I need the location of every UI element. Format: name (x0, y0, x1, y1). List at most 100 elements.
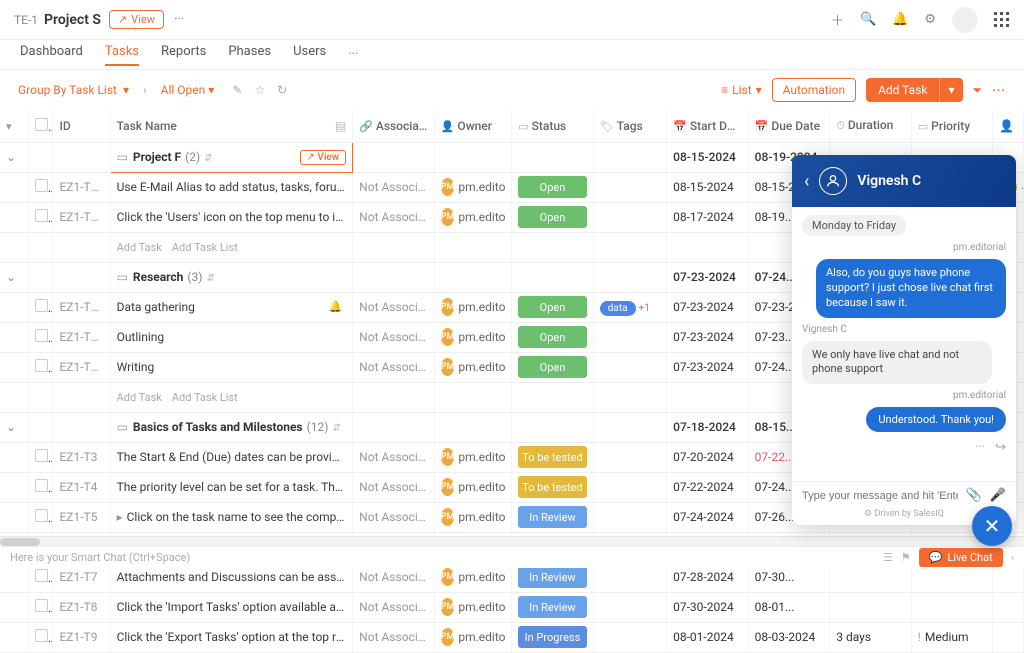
task-associate[interactable]: Not Associated (353, 622, 435, 652)
col-associate[interactable]: 🔗Associate... (353, 110, 435, 142)
task-tags[interactable] (593, 622, 666, 652)
task-priority[interactable] (911, 592, 993, 622)
task-name-cell[interactable]: The priority level can be set for a task… (110, 472, 353, 502)
pencil-icon[interactable]: ✎ (232, 83, 242, 97)
checkbox[interactable] (35, 299, 48, 312)
status-chip[interactable]: Open (518, 296, 587, 318)
task-name-cell[interactable]: Data gathering🔔 (110, 292, 353, 322)
task-tags[interactable] (593, 172, 666, 202)
horizontal-scrollbar[interactable] (0, 536, 1024, 546)
bell-icon[interactable]: 🔔 (892, 12, 908, 27)
chevron-down-icon[interactable]: ⌄ (0, 142, 29, 172)
task-tags[interactable]: data+1 (593, 292, 666, 322)
header-more-icon[interactable]: ··· (174, 12, 184, 27)
task-owner[interactable]: PMpm.editori... (434, 442, 511, 472)
checkbox[interactable] (35, 569, 48, 582)
task-name-cell[interactable]: Click the 'Users' icon on the top menu t… (110, 202, 353, 232)
checkbox[interactable] (35, 509, 48, 522)
checkbox[interactable] (35, 179, 48, 192)
add-task-link[interactable]: Add Task (117, 391, 162, 404)
task-name-cell[interactable]: ▸Click on the task name to see the compl… (110, 502, 353, 532)
col-task-name[interactable]: Task Name ▤ (110, 110, 353, 142)
col-duration[interactable]: ⏱Duration (830, 110, 912, 142)
status-chip[interactable]: In Review (518, 596, 587, 618)
status-chip[interactable]: Open (518, 326, 587, 348)
chevron-down-icon[interactable]: ⌄ (0, 412, 29, 442)
avatar[interactable] (952, 7, 978, 33)
view-badge[interactable]: ↗ View (109, 10, 164, 29)
task-tags[interactable] (593, 472, 666, 502)
status-chip[interactable]: In Review (518, 566, 587, 588)
chat-back-icon[interactable]: ‹ (804, 171, 809, 192)
add-task-link[interactable]: Add Task (117, 241, 162, 254)
view-mode-list[interactable]: ≡ List ▾ (721, 83, 762, 97)
col-tags[interactable]: 🏷Tags (593, 110, 666, 142)
task-name-cell[interactable]: The Start & End (Due) dates can be provi… (110, 442, 353, 472)
col-expand[interactable]: ▾ (0, 110, 29, 142)
task-name-cell[interactable]: Click the 'Export Tasks' option at the t… (110, 622, 353, 652)
checkbox[interactable] (35, 329, 48, 342)
checkbox[interactable] (35, 449, 48, 462)
col-trailing[interactable]: 👤 (993, 110, 1024, 142)
star-icon[interactable]: ☆ (254, 83, 265, 97)
toolbar-more-icon[interactable]: ··· (992, 83, 1006, 97)
chat-more-icon[interactable]: ··· (975, 440, 985, 455)
tab-phases[interactable]: Phases (228, 44, 271, 65)
add-icon[interactable]: ＋ (831, 10, 844, 29)
task-owner[interactable]: PMpm.editori... (434, 472, 511, 502)
chevron-down-icon[interactable]: ⌄ (0, 262, 29, 292)
add-tasklist-link[interactable]: Add Task List (172, 391, 238, 404)
apps-grid-icon[interactable] (994, 12, 1010, 28)
tab-dashboard[interactable]: Dashboard (20, 44, 83, 65)
chat-text-input[interactable] (802, 490, 958, 502)
checkbox[interactable] (35, 209, 48, 222)
milestone-name-cell[interactable]: ▭Project F(2)⇵↗ View (110, 142, 353, 172)
tab-more-icon[interactable]: ··· (348, 47, 358, 62)
task-associate[interactable]: Not Associated (353, 352, 435, 382)
status-chip[interactable]: Open (518, 356, 587, 378)
task-owner[interactable]: PMpm.editori... (434, 202, 511, 232)
tab-reports[interactable]: Reports (161, 44, 206, 65)
task-associate[interactable]: Not Associated (353, 472, 435, 502)
task-associate[interactable]: Not Associated (353, 292, 435, 322)
checkbox[interactable] (35, 599, 48, 612)
task-name-cell[interactable]: Use E-Mail Alias to add status, tasks, f… (110, 172, 353, 202)
col-start[interactable]: 📅Start Date (667, 110, 749, 142)
filter-all-open[interactable]: All Open ▾ (161, 83, 215, 97)
add-tasklist-link[interactable]: Add Task List (172, 241, 238, 254)
status-chip[interactable]: To be tested (518, 476, 587, 498)
status-chip[interactable]: In Review (518, 506, 587, 528)
task-name-cell[interactable]: Outlining (110, 322, 353, 352)
col-id[interactable]: ID (53, 110, 110, 142)
col-status[interactable]: ▭Status (512, 110, 594, 142)
task-owner[interactable]: PMpm.editori... (434, 352, 511, 382)
task-associate[interactable]: Not Associated (353, 442, 435, 472)
refresh-icon[interactable]: ↻ (277, 83, 287, 97)
task-row[interactable]: EZ1-T9Click the 'Export Tasks' option at… (0, 622, 1024, 652)
milestone-name-cell[interactable]: ▭Research(3)⇵ (110, 262, 353, 292)
task-associate[interactable]: Not Associated (353, 502, 435, 532)
task-tags[interactable] (593, 202, 666, 232)
task-name-cell[interactable]: Writing (110, 352, 353, 382)
task-owner[interactable]: PMpm.editori... (434, 592, 511, 622)
task-tags[interactable] (593, 352, 666, 382)
task-associate[interactable]: Not Associated (353, 202, 435, 232)
tab-users[interactable]: Users (293, 44, 326, 65)
project-name[interactable]: Project S (44, 12, 101, 28)
task-owner[interactable]: PMpm.editori... (434, 622, 511, 652)
add-task-dropdown[interactable]: ▾ (939, 78, 962, 102)
checkbox[interactable] (35, 479, 48, 492)
group-by-selector[interactable]: Group By Task List ▾ (18, 83, 129, 97)
bottom-more-icon[interactable]: › (1011, 551, 1014, 564)
task-priority[interactable]: !Medium (911, 622, 993, 652)
status-chip[interactable]: Open (518, 206, 587, 228)
col-due[interactable]: 📅Due Date (748, 110, 830, 142)
task-associate[interactable]: Not Associated (353, 172, 435, 202)
bottom-flag-icon[interactable]: ⚑ (901, 551, 911, 564)
task-name-cell[interactable]: Click the 'Import Tasks' option availabl… (110, 592, 353, 622)
col-check[interactable] (29, 110, 53, 142)
automation-button[interactable]: Automation (772, 78, 856, 102)
status-chip[interactable]: In Progress (518, 626, 587, 648)
task-owner[interactable]: PMpm.editori... (434, 292, 511, 322)
bottom-list-icon[interactable]: ☰ (883, 551, 893, 564)
